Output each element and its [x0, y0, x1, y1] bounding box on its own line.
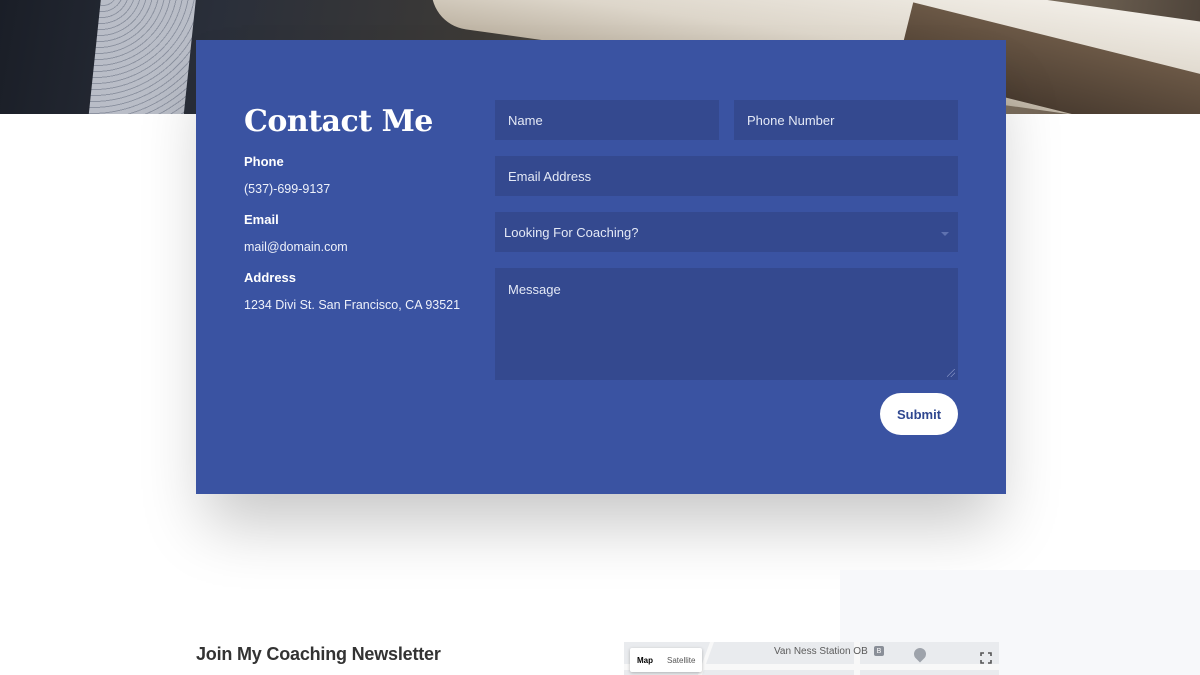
email-label: Email — [244, 212, 279, 227]
chevron-down-icon — [941, 232, 949, 236]
satellite-tab[interactable]: Satellite — [660, 648, 702, 672]
phone-number-input[interactable]: Phone Number — [734, 100, 958, 140]
transit-station-icon: B — [874, 646, 884, 656]
phone-number-placeholder: Phone Number — [747, 112, 835, 128]
map-tab[interactable]: Map — [630, 648, 660, 672]
station-label: Van Ness Station OB — [774, 646, 868, 657]
map-type-toggle: Map Satellite — [630, 648, 703, 672]
contact-info: Contact Me Phone (537)-699-9137 Email ma… — [244, 102, 484, 313]
fullscreen-icon[interactable] — [980, 652, 992, 664]
address-label: Address — [244, 270, 297, 285]
contact-title: Contact Me — [244, 104, 433, 139]
phone-label: Phone — [244, 154, 284, 169]
name-input[interactable]: Name — [495, 100, 719, 140]
contact-card: Contact Me Phone (537)-699-9137 Email ma… — [196, 40, 1006, 494]
phone-value: (537)-699-9137 — [244, 182, 331, 196]
message-textarea[interactable]: Message — [495, 268, 958, 380]
name-placeholder: Name — [508, 112, 543, 128]
map-pin-icon — [911, 645, 929, 663]
coaching-select-value: Looking For Coaching? — [504, 224, 639, 240]
message-placeholder: Message — [508, 282, 561, 297]
coaching-select[interactable]: Looking For Coaching? — [495, 212, 958, 252]
map-embed[interactable]: Map Satellite Van Ness Station OB B — [624, 642, 999, 675]
email-address-input[interactable]: Email Address — [495, 156, 958, 196]
email-address-placeholder: Email Address — [508, 168, 592, 184]
email-value: mail@domain.com — [244, 240, 348, 254]
resize-handle-icon[interactable] — [947, 369, 955, 377]
newsletter-heading: Join My Coaching Newsletter — [196, 644, 441, 664]
address-value: 1234 Divi St. San Francisco, CA 93521 — [244, 298, 461, 312]
submit-button[interactable]: Submit — [880, 393, 958, 435]
hero-sleeve-decoration — [88, 0, 197, 114]
